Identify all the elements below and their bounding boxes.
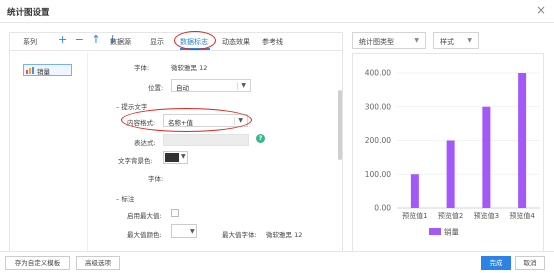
- save-template-button[interactable]: 存为自定义模板: [5, 256, 70, 270]
- y-tick-label: 400.00: [365, 69, 391, 78]
- enable-max-checkbox[interactable]: [171, 209, 179, 217]
- tab-reference-line[interactable]: 参考线: [262, 37, 283, 47]
- chevron-down-icon: ▼: [414, 37, 419, 44]
- expression-input[interactable]: [163, 134, 249, 146]
- chevron-down-icon: ▼: [241, 82, 246, 89]
- marker-section-title: 标注: [121, 195, 135, 203]
- chevron-down-icon: ▼: [467, 37, 472, 44]
- y-tick-label: 100.00: [365, 170, 391, 179]
- y-tick-label: 0.00: [374, 204, 391, 213]
- done-button[interactable]: 完成: [481, 256, 511, 270]
- bg-color-label: 文字背景色:: [118, 157, 153, 165]
- tooltip-section-title: 提示文字: [121, 103, 148, 111]
- highlight-ring-format: [121, 108, 252, 132]
- y-tick-label: 200.00: [365, 136, 391, 145]
- dialog-title: 统计图设置: [7, 8, 50, 18]
- bar: [410, 174, 419, 208]
- max-font-label: 最大值字体:: [222, 231, 257, 239]
- enable-max-label: 启用最大值:: [127, 212, 162, 220]
- expression-label: 表达式:: [134, 139, 156, 147]
- series-item-label: 销量: [37, 68, 50, 76]
- close-icon[interactable]: ×: [536, 3, 546, 17]
- chart-preview: 0.00 100.00 200.00 300.00 400.00 预览值1 预览值2 预览值3…: [365, 69, 540, 237]
- x-tick-label: 预览值4: [509, 211, 535, 220]
- chevron-down-icon: ▼: [181, 153, 186, 160]
- highlight-ring-tab: [174, 31, 216, 50]
- help-icon[interactable]: ?: [256, 134, 265, 143]
- tab-series[interactable]: 系列: [23, 37, 37, 47]
- max-color-label: 最大值颜色:: [127, 231, 162, 239]
- font-label: 字体:: [134, 64, 150, 72]
- x-tick-label: 预览值1: [402, 211, 427, 220]
- x-tick-label: 预览值3: [474, 211, 499, 220]
- position-value: 自动: [176, 84, 189, 92]
- font-value[interactable]: 微软雅黑 12: [171, 62, 207, 72]
- dialog-titlebar: [0, 0, 554, 23]
- bg-color-picker[interactable]: ▼: [163, 151, 188, 164]
- chart-type-button[interactable]: 统计图类型 ▼: [352, 32, 426, 49]
- x-tick-label: 预览值2: [438, 211, 463, 220]
- max-font-value[interactable]: 微软雅黑 12: [266, 229, 302, 239]
- legend-swatch: [429, 228, 441, 235]
- position-label: 位置:: [148, 84, 164, 92]
- bar: [482, 106, 491, 208]
- tab-display[interactable]: 显示: [150, 37, 164, 47]
- style-button[interactable]: 样式 ▼: [433, 32, 479, 49]
- series-list: [14, 53, 88, 252]
- cancel-button[interactable]: 取消: [515, 256, 545, 270]
- tab-datasource[interactable]: 数据源: [110, 37, 131, 47]
- chart-type-label: 统计图类型: [359, 38, 394, 46]
- marker-section-header[interactable]: – 标注: [116, 193, 134, 203]
- legend-label: 销量: [444, 227, 459, 237]
- bar: [446, 140, 455, 208]
- tab-animation[interactable]: 动态效果: [222, 37, 250, 47]
- max-color-picker[interactable]: ▼: [171, 224, 197, 238]
- position-select[interactable]: 自动 ▼: [171, 79, 251, 92]
- scrollbar[interactable]: [338, 90, 342, 160]
- style-label: 样式: [440, 38, 454, 46]
- bar-chart-icon: [26, 67, 34, 74]
- color-swatch: [165, 153, 179, 162]
- y-tick-label: 300.00: [365, 102, 391, 111]
- bar: [518, 73, 527, 208]
- tooltip-font-label: 字体:: [148, 175, 164, 183]
- tooltip-section-header[interactable]: – 提示文字: [116, 101, 147, 111]
- advanced-options-button[interactable]: 高级选项: [76, 256, 120, 270]
- chevron-down-icon: ▼: [190, 228, 195, 235]
